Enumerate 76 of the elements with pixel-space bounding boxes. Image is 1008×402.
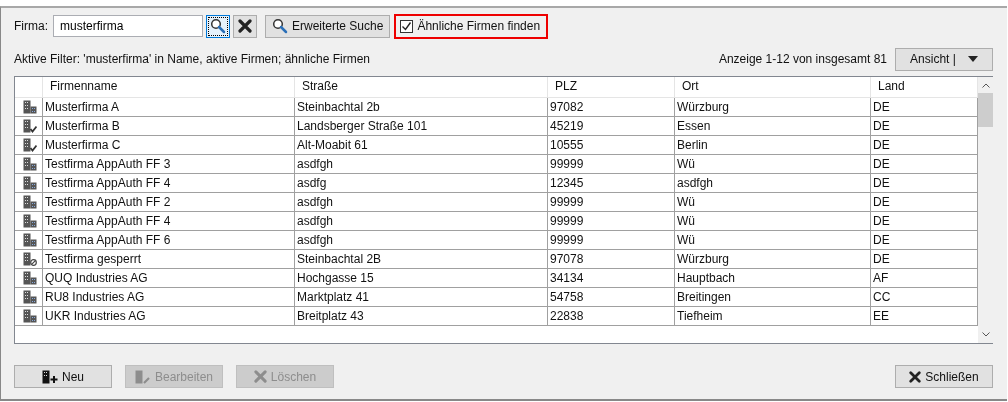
table-cell: Testfirma gesperrt <box>43 250 295 268</box>
scrollbar[interactable] <box>978 77 993 343</box>
company-search-field[interactable]: musterfirma <box>53 15 203 37</box>
table-cell: 97078 <box>548 250 675 268</box>
extended-search-button[interactable]: Erweiterte Suche <box>265 14 391 38</box>
close-icon <box>909 370 922 383</box>
table-cell: Testfirma AppAuth FF 3 <box>43 155 295 173</box>
table-cell: 22838 <box>548 307 675 325</box>
table-cell: asdfgh <box>295 212 548 230</box>
table-cell: asdfgh <box>295 155 548 173</box>
table-cell: 12345 <box>548 174 675 192</box>
table-cell: Wü <box>675 212 871 230</box>
table-cell: Testfirma AppAuth FF 2 <box>43 193 295 211</box>
column-header[interactable]: Straße <box>295 77 548 97</box>
table-cell: Breitplatz 43 <box>295 307 548 325</box>
table-cell: 99999 <box>548 193 675 211</box>
close-button[interactable]: Schließen <box>895 365 993 388</box>
table-cell: 99999 <box>548 155 675 173</box>
table-cell: Wü <box>675 155 871 173</box>
table-cell: Marktplatz 41 <box>295 288 548 306</box>
scroll-down-icon[interactable] <box>981 332 990 337</box>
table-cell: Testfirma AppAuth FF 4 <box>43 174 295 192</box>
company-label: Firma: <box>14 19 48 33</box>
table-cell: 54758 <box>548 288 675 306</box>
table-cell: RU8 Industries AG <box>43 288 295 306</box>
search-icon <box>210 18 226 34</box>
close-icon <box>238 19 252 33</box>
table-cell: asdfg <box>295 174 548 192</box>
scrollbar-thumb[interactable] <box>978 93 993 127</box>
table-cell: Musterfirma B <box>43 117 295 135</box>
table-cell: Testfirma AppAuth FF 6 <box>43 231 295 249</box>
table-cell: 99999 <box>548 231 675 249</box>
search-button[interactable] <box>206 14 230 38</box>
table-cell: Alt-Moabit 61 <box>295 136 548 154</box>
scroll-up-icon[interactable] <box>981 83 990 88</box>
table-cell: asdfgh <box>295 231 548 249</box>
table-cell: Wü <box>675 231 871 249</box>
table-cell: Würzburg <box>675 250 871 268</box>
table-cell: Hauptbach <box>675 269 871 287</box>
table-cell: Steinbachtal 2b <box>295 98 548 116</box>
table-cell: Steinbachtal 2B <box>295 250 548 268</box>
table-cell: Würzburg <box>675 98 871 116</box>
search-icon <box>272 18 288 34</box>
new-button[interactable]: Neu <box>14 365 112 388</box>
table-cell: 99999 <box>548 212 675 230</box>
table-cell: Essen <box>675 117 871 135</box>
table-cell: 97082 <box>548 98 675 116</box>
table-cell: Berlin <box>675 136 871 154</box>
table-cell: asdfgh <box>675 174 871 192</box>
column-header[interactable]: PLZ <box>548 77 675 97</box>
similar-companies-checkbox[interactable]: Ähnliche Firmen finden <box>394 13 549 39</box>
table-cell: 34134 <box>548 269 675 287</box>
table-cell: Tiefheim <box>675 307 871 325</box>
table-cell: asdfgh <box>295 193 548 211</box>
table-cell: Landsberger Straße 101 <box>295 117 548 135</box>
table-cell: 10555 <box>548 136 675 154</box>
cross-icon <box>253 370 267 383</box>
building-plus-icon <box>42 369 58 384</box>
table-cell: Breitingen <box>675 288 871 306</box>
checkbox[interactable] <box>400 19 414 33</box>
column-header[interactable]: Firmenname <box>43 77 295 97</box>
caret-icon <box>967 56 978 62</box>
table-cell: Musterfirma A <box>43 98 295 116</box>
clear-button[interactable] <box>233 14 257 38</box>
table-cell: QUQ Industries AG <box>43 269 295 287</box>
paging-text: Anzeige 1-12 von insgesamt 81 <box>718 52 887 66</box>
table-cell: 45219 <box>548 117 675 135</box>
table-cell: Testfirma AppAuth FF 4 <box>43 212 295 230</box>
table-cell: Hochgasse 15 <box>295 269 548 287</box>
table-cell: Wü <box>675 193 871 211</box>
column-header[interactable]: Ort <box>675 77 871 97</box>
table-cell: UKR Industries AG <box>43 307 295 325</box>
table-cell: Musterfirma C <box>43 136 295 154</box>
view-dropdown-button[interactable]: Ansicht | <box>895 47 993 71</box>
active-filter-text: Aktive Filter: 'musterfirma' in Name, aktive Firmen; ähnliche Firmen <box>14 52 371 66</box>
building-pencil-icon <box>134 369 151 384</box>
